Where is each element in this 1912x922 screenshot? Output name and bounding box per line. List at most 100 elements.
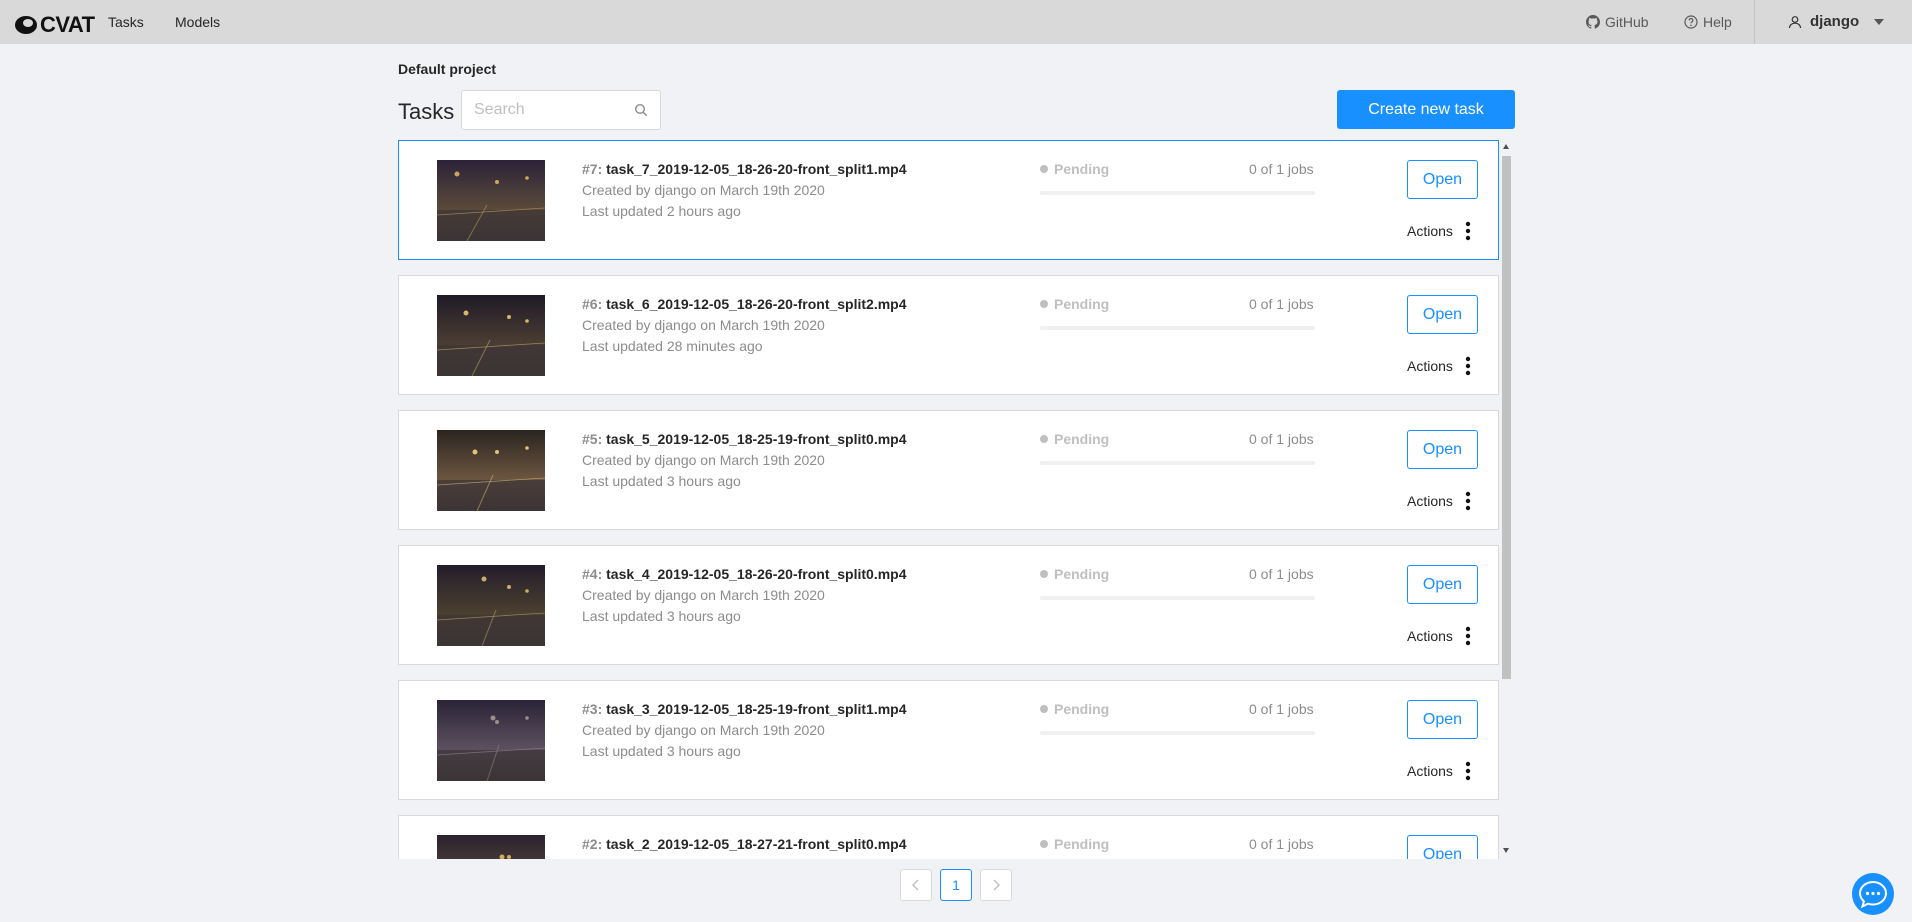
task-actions-menu[interactable]: Actions [1407, 356, 1471, 376]
task-progress-bar [1040, 596, 1315, 600]
status-dot-icon [1040, 705, 1048, 713]
task-card[interactable]: #4: task_4_2019-12-05_18-26-20-front_spl… [398, 545, 1499, 665]
open-task-button[interactable]: Open [1407, 430, 1478, 469]
help-link[interactable]: Help [1684, 14, 1732, 30]
task-card[interactable]: #3: task_3_2019-12-05_18-25-19-front_spl… [398, 680, 1499, 800]
cvat-logo[interactable]: CVAT [14, 12, 95, 38]
create-new-task-button[interactable]: Create new task [1337, 90, 1515, 129]
task-jobs-count: 0 of 1 jobs [1249, 161, 1314, 177]
task-filename: task_7_2019-12-05_18-26-20-front_split1.… [606, 161, 907, 177]
task-actions-menu[interactable]: Actions [1407, 761, 1471, 781]
open-task-button[interactable]: Open [1407, 295, 1478, 334]
scroll-down-arrow-icon[interactable] [1503, 848, 1509, 853]
task-status: Pending [1040, 296, 1109, 312]
top-header: CVAT Tasks Models GitHub Help django [0, 0, 1912, 44]
search-icon[interactable] [634, 103, 648, 117]
task-preview-image [437, 835, 545, 859]
task-updated-text: Last updated 3 hours ago [582, 473, 741, 489]
actions-label: Actions [1407, 493, 1453, 509]
task-card[interactable]: #5: task_5_2019-12-05_18-25-19-front_spl… [398, 410, 1499, 530]
task-card[interactable]: #6: task_6_2019-12-05_18-26-20-front_spl… [398, 275, 1499, 395]
more-vertical-icon[interactable] [1465, 356, 1471, 376]
task-id: #4: [582, 566, 603, 582]
github-link[interactable]: GitHub [1586, 14, 1649, 30]
more-vertical-icon[interactable] [1465, 491, 1471, 511]
status-dot-icon [1040, 570, 1048, 578]
status-label: Pending [1054, 566, 1110, 582]
status-dot-icon [1040, 435, 1048, 443]
page-title: Tasks [398, 99, 455, 124]
chat-button[interactable] [1852, 873, 1894, 915]
task-preview-image [437, 295, 545, 376]
header-divider [1754, 0, 1755, 44]
pagination-prev[interactable] [900, 869, 932, 901]
task-id: #7: [582, 161, 603, 177]
search-input[interactable] [474, 91, 634, 129]
eye-logo-icon [15, 16, 37, 34]
search-box[interactable] [461, 90, 661, 130]
task-name[interactable]: #2: task_2_2019-12-05_18-27-21-front_spl… [582, 836, 907, 852]
task-actions-menu[interactable]: Actions [1407, 221, 1471, 241]
task-progress-bar [1040, 191, 1315, 195]
pagination-page-current[interactable]: 1 [940, 869, 972, 901]
open-task-button[interactable]: Open [1407, 160, 1478, 199]
task-name[interactable]: #4: task_4_2019-12-05_18-26-20-front_spl… [582, 566, 907, 582]
task-jobs-count: 0 of 1 jobs [1249, 431, 1314, 447]
task-name[interactable]: #5: task_5_2019-12-05_18-25-19-front_spl… [582, 431, 907, 447]
pagination-next[interactable] [980, 869, 1012, 901]
user-icon [1788, 15, 1802, 28]
chevron-right-icon [993, 879, 1000, 891]
task-filename: task_2_2019-12-05_18-27-21-front_split0.… [606, 836, 907, 852]
task-jobs-count: 0 of 1 jobs [1249, 836, 1314, 852]
task-jobs-count: 0 of 1 jobs [1249, 296, 1314, 312]
actions-label: Actions [1407, 763, 1453, 779]
user-name: django [1810, 13, 1860, 30]
task-id: #5: [582, 431, 603, 447]
task-preview-image [437, 700, 545, 781]
more-vertical-icon[interactable] [1465, 626, 1471, 646]
task-actions-menu[interactable]: Actions [1407, 626, 1471, 646]
scroll-thumb[interactable] [1502, 156, 1511, 679]
task-list-scrollbar[interactable] [1500, 140, 1512, 859]
task-id: #6: [582, 296, 603, 312]
more-vertical-icon[interactable] [1465, 221, 1471, 241]
task-updated-text: Last updated 3 hours ago [582, 608, 741, 624]
more-vertical-icon[interactable] [1465, 761, 1471, 781]
task-created-text: Created by django on March 19th 2020 [582, 722, 825, 738]
chevron-left-icon [912, 879, 919, 891]
task-id: #3: [582, 701, 603, 717]
nav-models[interactable]: Models [175, 14, 220, 30]
open-task-button[interactable]: Open [1407, 835, 1478, 859]
task-id: #2: [582, 836, 603, 852]
open-task-button[interactable]: Open [1407, 565, 1478, 604]
github-icon [1586, 15, 1600, 29]
status-label: Pending [1054, 701, 1110, 717]
nav-tasks[interactable]: Tasks [108, 14, 144, 30]
help-label: Help [1703, 14, 1732, 30]
task-name[interactable]: #6: task_6_2019-12-05_18-26-20-front_spl… [582, 296, 907, 312]
caret-down-icon [1874, 18, 1885, 25]
task-preview-image [437, 430, 545, 511]
actions-label: Actions [1407, 223, 1453, 239]
status-dot-icon [1040, 165, 1048, 173]
task-name[interactable]: #7: task_7_2019-12-05_18-26-20-front_spl… [582, 161, 907, 177]
task-created-text: Created by django on March 19th 2020 [582, 317, 825, 333]
task-card[interactable]: #2: task_2_2019-12-05_18-27-21-front_spl… [398, 815, 1499, 859]
actions-label: Actions [1407, 628, 1453, 644]
task-status: Pending [1040, 701, 1109, 717]
user-menu[interactable]: django [1788, 13, 1885, 30]
task-actions-menu[interactable]: Actions [1407, 491, 1471, 511]
task-filename: task_5_2019-12-05_18-25-19-front_split0.… [606, 431, 907, 447]
task-list[interactable]: #7: task_7_2019-12-05_18-26-20-front_spl… [398, 140, 1500, 859]
task-updated-text: Last updated 3 hours ago [582, 743, 741, 759]
status-label: Pending [1054, 296, 1110, 312]
task-status: Pending [1040, 161, 1109, 177]
project-title: Default project [398, 61, 497, 77]
task-card[interactable]: #7: task_7_2019-12-05_18-26-20-front_spl… [398, 140, 1499, 260]
task-progress-bar [1040, 461, 1315, 465]
open-task-button[interactable]: Open [1407, 700, 1478, 739]
task-name[interactable]: #3: task_3_2019-12-05_18-25-19-front_spl… [582, 701, 907, 717]
task-updated-text: Last updated 28 minutes ago [582, 338, 763, 354]
task-progress-bar [1040, 326, 1315, 330]
scroll-up-arrow-icon[interactable] [1503, 144, 1509, 149]
